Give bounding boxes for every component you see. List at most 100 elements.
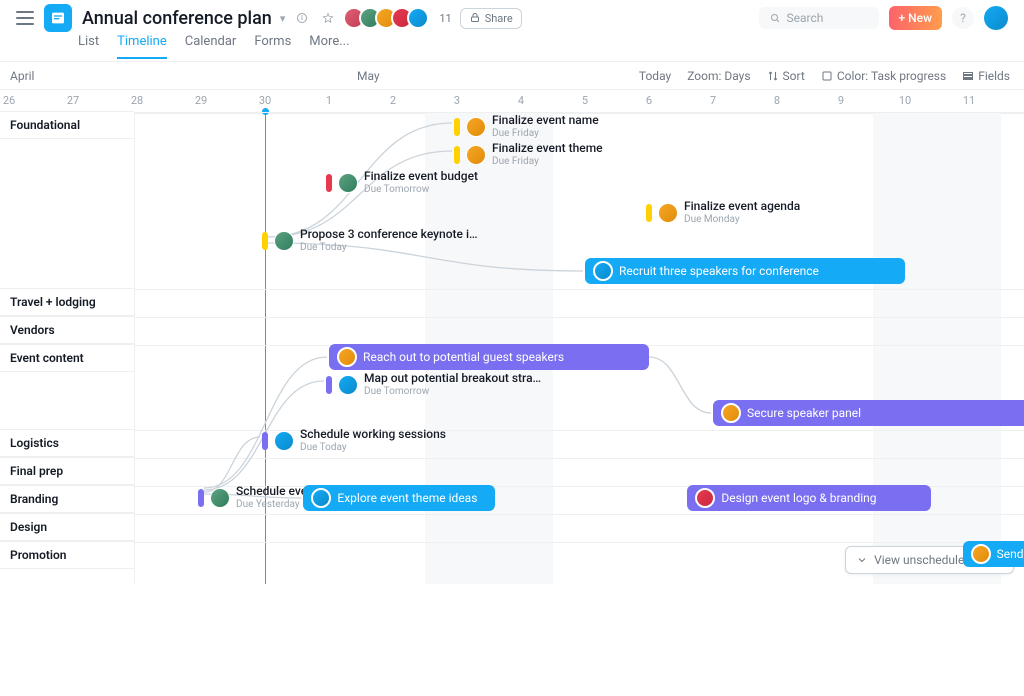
section-design[interactable]: Design (0, 513, 134, 541)
tab-more[interactable]: More... (309, 34, 349, 57)
task-m4[interactable]: Finalize event agendaDue Monday (646, 200, 800, 225)
star-icon[interactable] (319, 9, 337, 27)
tab-timeline[interactable]: Timeline (117, 34, 167, 59)
color-select[interactable]: Color: Task progress (821, 69, 946, 83)
task-m1[interactable]: Finalize event nameDue Friday (454, 114, 599, 139)
assignee-avatar (593, 261, 613, 281)
task-title: Design event logo & branding (721, 491, 876, 505)
task-bar-b5[interactable]: Design event logo & branding (687, 485, 930, 511)
task-bar-b4[interactable]: Explore event theme ideas (303, 485, 495, 511)
assignee-avatar (337, 347, 357, 367)
date-header: 3 (454, 94, 460, 107)
date-header: 27 (67, 94, 79, 107)
section-logistics[interactable]: Logistics (0, 429, 134, 457)
date-header: 2 (390, 94, 396, 107)
task-bar-b2[interactable]: Reach out to potential guest speakers (329, 344, 649, 370)
month-label: May (357, 69, 380, 83)
assignee-avatar (338, 375, 358, 395)
status-pill (454, 146, 460, 164)
assignee-avatar (274, 231, 294, 251)
section-final-prep[interactable]: Final prep (0, 457, 134, 485)
section-travel-lodging[interactable]: Travel + lodging (0, 288, 134, 316)
date-header: 8 (774, 94, 780, 107)
date-header: 9 (838, 94, 844, 107)
status-pill (646, 204, 652, 222)
task-m3[interactable]: Finalize event budgetDue Tomorrow (326, 170, 478, 195)
section-foundational[interactable]: Foundational (0, 111, 134, 139)
project-icon[interactable] (44, 4, 72, 32)
task-due: Due Friday (492, 128, 599, 139)
task-bar-b3[interactable]: Secure speaker panel (713, 400, 1024, 426)
assignee-avatar (971, 544, 991, 564)
tab-forms[interactable]: Forms (254, 34, 291, 57)
tab-list[interactable]: List (78, 34, 99, 57)
date-header: 6 (646, 94, 652, 107)
task-title: Secure speaker panel (747, 406, 861, 420)
status-pill (326, 376, 332, 394)
zoom-select[interactable]: Zoom: Days (687, 69, 750, 83)
date-header: 28 (131, 94, 143, 107)
task-m2[interactable]: Finalize event themeDue Friday (454, 142, 603, 167)
assignee-avatar (210, 488, 230, 508)
user-avatar[interactable] (984, 6, 1008, 30)
task-m8[interactable]: Schedule working sessionsDue Today (262, 428, 446, 453)
assignee-avatar (311, 488, 331, 508)
task-title: Finalize event name (492, 114, 599, 127)
date-header: 11 (963, 94, 975, 107)
view-tabs: List Timeline Calendar Forms More... (0, 34, 1024, 62)
task-title: Schedule working sessions (300, 428, 446, 441)
task-title: Map out potential breakout strategy top.… (364, 372, 544, 385)
task-title: Propose 3 conference keynote ideas (300, 228, 480, 241)
section-vendors[interactable]: Vendors (0, 316, 134, 344)
assignee-avatar (466, 145, 486, 165)
help-button[interactable]: ? (952, 7, 974, 29)
status-pill (326, 174, 332, 192)
task-due: Due Friday (492, 156, 603, 167)
assignee-avatar (658, 203, 678, 223)
date-header: 29 (195, 94, 207, 107)
month-label: April (10, 69, 34, 83)
assignee-avatar (274, 431, 294, 451)
section-event-content[interactable]: Event content (0, 344, 134, 372)
status-pill (198, 489, 204, 507)
date-header: 30 (259, 94, 271, 107)
date-header: 10 (899, 94, 911, 107)
share-button[interactable]: Share (460, 8, 522, 29)
task-title: Send save the da (997, 547, 1024, 561)
fields-button[interactable]: Fields (962, 69, 1010, 83)
task-bar-b1[interactable]: Recruit three speakers for conference (585, 258, 905, 284)
task-bar-b6[interactable]: Send save the da (963, 541, 1024, 567)
member-count: 11 (439, 12, 451, 25)
task-m7[interactable]: Map out potential breakout strategy top.… (326, 372, 544, 397)
task-due: Due Monday (684, 214, 800, 225)
project-title: Annual conference plan (82, 8, 272, 29)
menu-icon[interactable] (16, 11, 34, 25)
task-title: Finalize event theme (492, 142, 603, 155)
members-avatars[interactable] (349, 7, 429, 29)
status-pill (454, 118, 460, 136)
chevron-down-icon[interactable]: ▾ (280, 12, 286, 25)
date-header: 4 (518, 94, 524, 107)
search-placeholder: Search (787, 11, 824, 25)
date-header: 7 (710, 94, 716, 107)
status-pill (262, 232, 268, 250)
search-input[interactable]: Search (759, 7, 879, 29)
section-promotion[interactable]: Promotion (0, 541, 134, 569)
section-branding[interactable]: Branding (0, 485, 134, 513)
task-title: Finalize event budget (364, 170, 478, 183)
sort-button[interactable]: Sort (767, 69, 805, 83)
tab-calendar[interactable]: Calendar (185, 34, 237, 57)
date-header: 5 (582, 94, 588, 107)
info-icon[interactable] (293, 9, 311, 27)
new-button[interactable]: + New (889, 6, 943, 30)
assignee-avatar (695, 488, 715, 508)
date-header: 1 (326, 94, 332, 107)
assignee-avatar (466, 117, 486, 137)
assignee-avatar (338, 173, 358, 193)
today-button[interactable]: Today (639, 69, 671, 83)
task-title: Reach out to potential guest speakers (363, 350, 564, 364)
task-title: Finalize event agenda (684, 200, 800, 213)
task-due: Due Today (300, 442, 446, 453)
task-m5[interactable]: Propose 3 conference keynote ideasDue To… (262, 228, 480, 253)
status-pill (262, 432, 268, 450)
